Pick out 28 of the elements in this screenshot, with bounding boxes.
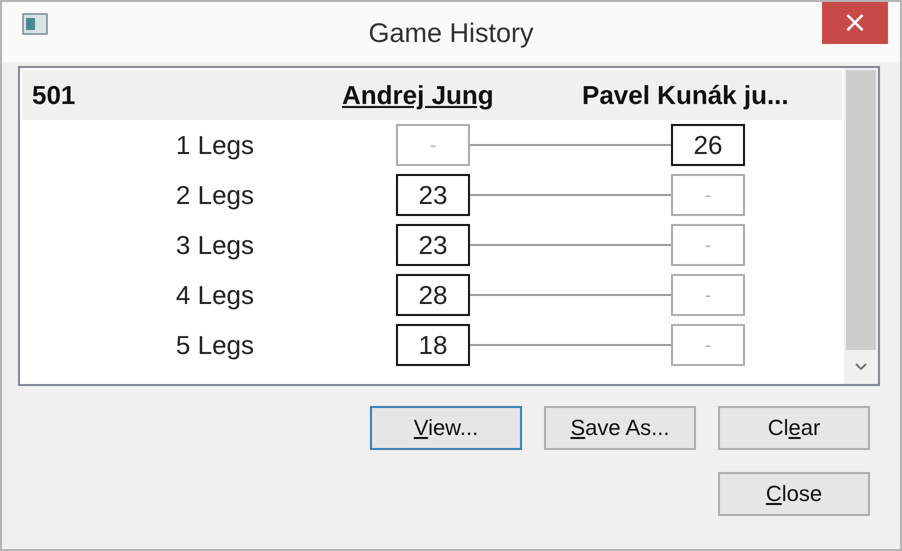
leg-label: 5 Legs bbox=[174, 330, 254, 360]
dialog-button[interactable]: Clear bbox=[718, 406, 870, 450]
score-cell: 23 bbox=[396, 174, 470, 216]
score-cell: 23 bbox=[396, 224, 470, 266]
leg-label: 4 Legs bbox=[174, 280, 254, 310]
leg-label: 1 Legs bbox=[174, 130, 254, 160]
dialog-button[interactable]: View... bbox=[370, 406, 522, 450]
player-name: Andrej Jung bbox=[342, 80, 495, 110]
score-cell: 28 bbox=[396, 274, 470, 316]
score-cell: 18 bbox=[396, 324, 470, 366]
player-name: Pavel Kunák ju... bbox=[582, 80, 789, 110]
window-icon bbox=[22, 13, 48, 35]
game-type: 501 bbox=[32, 80, 76, 110]
leg-label: 2 Legs bbox=[174, 180, 254, 210]
dialog-button[interactable]: Close bbox=[718, 472, 870, 516]
score-cell: - bbox=[671, 224, 745, 266]
close-button[interactable]: × bbox=[822, 2, 888, 44]
score-cell: - bbox=[671, 324, 745, 366]
scroll-down-icon[interactable] bbox=[854, 362, 868, 372]
score-cell: - bbox=[396, 124, 470, 166]
scrollbar[interactable] bbox=[844, 68, 878, 384]
score-cell: - bbox=[671, 274, 745, 316]
window-title: Game History bbox=[368, 18, 534, 49]
leg-label: 3 Legs bbox=[174, 230, 254, 260]
score-cell: 26 bbox=[671, 124, 745, 166]
score-cell: - bbox=[671, 174, 745, 216]
scrollbar-thumb[interactable] bbox=[846, 70, 876, 350]
dialog-button[interactable]: Save As... bbox=[544, 406, 696, 450]
